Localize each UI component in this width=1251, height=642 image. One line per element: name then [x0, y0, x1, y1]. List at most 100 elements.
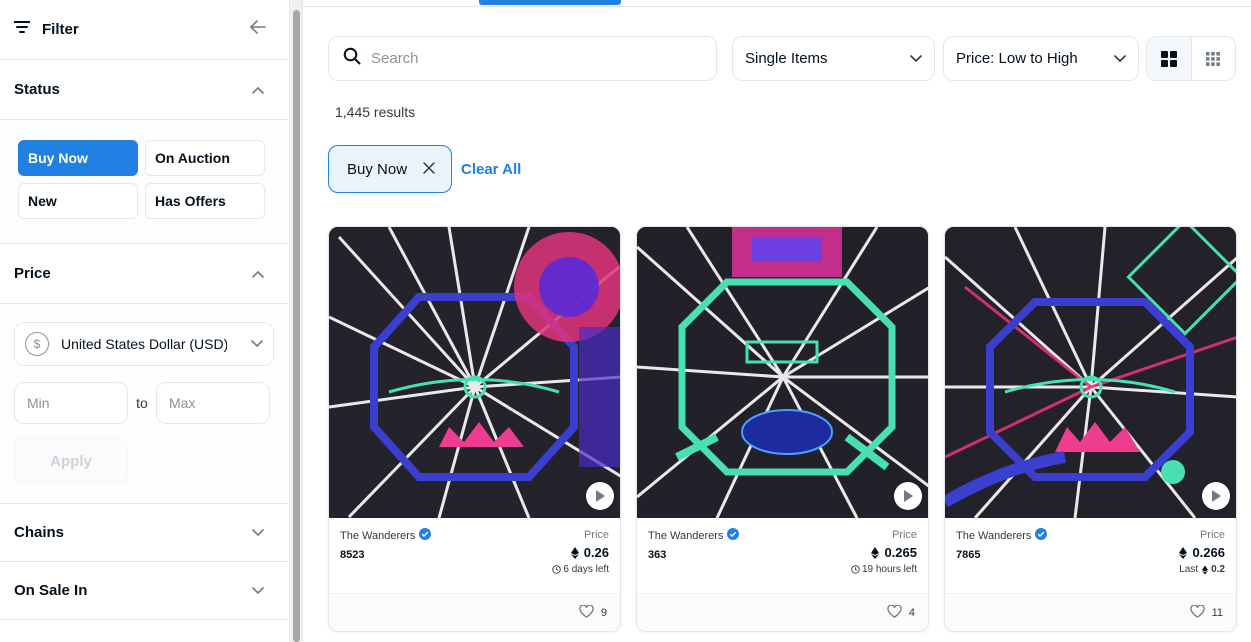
- price-value: 0.266: [1179, 545, 1225, 560]
- status-on-auction-button[interactable]: On Auction: [145, 140, 265, 176]
- nft-card[interactable]: The Wanderers 8523 Price 0.26 6 days lef…: [328, 226, 621, 632]
- chevron-down-icon: [252, 582, 264, 600]
- verified-badge-icon: [727, 528, 740, 543]
- search-placeholder: Search: [371, 50, 419, 67]
- filter-title: Filter: [42, 21, 79, 38]
- status-has-offers-button[interactable]: Has Offers: [145, 183, 265, 219]
- search-input[interactable]: Search: [328, 36, 717, 81]
- last-sale: Last 0.2: [1179, 564, 1225, 575]
- search-icon: [343, 47, 361, 70]
- last-sale-value: 0.2: [1211, 564, 1225, 575]
- results-count: 1,445 results: [335, 104, 416, 120]
- large-grid-button[interactable]: [1147, 37, 1192, 80]
- nft-artwork-image[interactable]: [329, 227, 620, 518]
- card-info: The Wanderers 7865 Price 0.266 Last 0.2: [945, 518, 1236, 594]
- large-grid-icon: [1160, 50, 1177, 67]
- price-label: Price: [583, 529, 609, 541]
- filter-header: Filter: [0, 0, 288, 60]
- tab-divider: [303, 6, 1251, 7]
- collection-label: The Wanderers: [648, 529, 724, 542]
- filter-chip-buy-now[interactable]: Buy Now: [328, 145, 452, 193]
- min-price-input[interactable]: Min: [14, 382, 128, 424]
- sort-select[interactable]: Price: Low to High: [943, 36, 1139, 81]
- onsale-label: On Sale In: [14, 582, 88, 599]
- price-label: Price: [1199, 529, 1225, 541]
- apply-button[interactable]: Apply: [14, 438, 128, 484]
- play-button[interactable]: [586, 482, 614, 510]
- status-section-toggle[interactable]: Status: [0, 60, 288, 120]
- nft-card[interactable]: The Wanderers 7865 Price 0.266 Last 0.2 …: [944, 226, 1237, 632]
- time-left: 6 days left: [552, 564, 609, 575]
- price-value: 0.26: [552, 545, 609, 560]
- price-range: Min to Max: [14, 382, 274, 424]
- chevron-down-icon: [251, 335, 263, 353]
- verified-badge-icon: [419, 528, 432, 543]
- range-to-label: to: [136, 395, 148, 411]
- status-new-button[interactable]: New: [18, 183, 138, 219]
- price-label: Price: [891, 529, 917, 541]
- card-footer: 9: [329, 593, 620, 631]
- status-options: Buy Now On Auction New Has Offers: [0, 120, 288, 244]
- play-button[interactable]: [894, 482, 922, 510]
- heart-icon[interactable]: [887, 603, 902, 621]
- items-type-select[interactable]: Single Items: [732, 36, 935, 81]
- like-count: 11: [1211, 606, 1223, 619]
- sort-value: Price: Low to High: [956, 50, 1078, 67]
- last-sale-label: Last: [1179, 564, 1199, 575]
- nft-grid: The Wanderers 8523 Price 0.26 6 days lef…: [328, 226, 1237, 632]
- nft-card[interactable]: The Wanderers 363 Price 0.265 19 hours l…: [636, 226, 929, 632]
- nft-artwork-image[interactable]: [637, 227, 928, 518]
- filter-icon: [13, 20, 31, 39]
- main-content: Search Single Items Price: Low to High 1…: [303, 0, 1251, 642]
- collection-label: The Wanderers: [340, 529, 416, 542]
- small-grid-icon: [1206, 51, 1221, 66]
- play-button[interactable]: [1202, 482, 1230, 510]
- price-amount: 0.266: [1192, 545, 1225, 560]
- eth-icon: [1179, 546, 1188, 559]
- small-grid-button[interactable]: [1192, 37, 1236, 80]
- price-block: Price 0.265 19 hours left: [851, 529, 917, 575]
- like-count: 4: [908, 606, 915, 619]
- currency-select[interactable]: $ United States Dollar (USD): [14, 322, 274, 366]
- price-options: $ United States Dollar (USD) Min to Max …: [0, 304, 288, 504]
- scrollbar-thumb[interactable]: [293, 10, 300, 642]
- active-filters: Buy Now Clear All: [328, 145, 521, 193]
- price-block: Price 0.266 Last 0.2: [1179, 529, 1225, 575]
- heart-icon[interactable]: [579, 603, 594, 621]
- eth-icon: [1202, 565, 1209, 574]
- items-type-value: Single Items: [745, 50, 828, 67]
- price-amount: 0.265: [884, 545, 917, 560]
- close-icon[interactable]: [423, 161, 435, 178]
- card-footer: 4: [637, 593, 928, 631]
- status-buy-now-button[interactable]: Buy Now: [18, 140, 138, 176]
- play-icon: [1212, 490, 1221, 502]
- eth-icon: [871, 546, 880, 559]
- chains-label: Chains: [14, 524, 65, 541]
- heart-icon[interactable]: [1189, 603, 1205, 621]
- nft-artwork-image[interactable]: [945, 227, 1236, 518]
- max-price-input[interactable]: Max: [156, 382, 270, 424]
- price-label: Price: [14, 265, 51, 282]
- price-value: 0.265: [851, 545, 917, 560]
- grid-view-toggle: [1146, 36, 1236, 81]
- currency-value: United States Dollar (USD): [61, 336, 227, 352]
- time-left: 19 hours left: [851, 564, 917, 575]
- onsale-section-toggle[interactable]: On Sale In: [0, 562, 288, 620]
- dollar-icon: $: [25, 332, 49, 356]
- card-info: The Wanderers 8523 Price 0.26 6 days lef…: [329, 518, 620, 594]
- clock-icon: [552, 565, 562, 574]
- card-info: The Wanderers 363 Price 0.265 19 hours l…: [637, 518, 928, 594]
- sidebar-scrollbar[interactable]: [289, 0, 303, 642]
- chevron-up-icon: [252, 265, 264, 283]
- filter-sidebar: Filter Status Buy Now On Auction New Has…: [0, 0, 288, 642]
- card-footer: 11: [945, 593, 1236, 631]
- price-block: Price 0.26 6 days left: [552, 529, 609, 575]
- chains-section-toggle[interactable]: Chains: [0, 504, 288, 562]
- play-icon: [904, 490, 913, 502]
- active-tab-indicator: [479, 0, 621, 5]
- status-label: Status: [14, 81, 60, 98]
- price-section-toggle[interactable]: Price: [0, 244, 288, 304]
- arrow-left-icon[interactable]: [250, 20, 266, 39]
- clear-all-link[interactable]: Clear All: [461, 161, 521, 178]
- time-left-text: 19 hours left: [861, 564, 917, 575]
